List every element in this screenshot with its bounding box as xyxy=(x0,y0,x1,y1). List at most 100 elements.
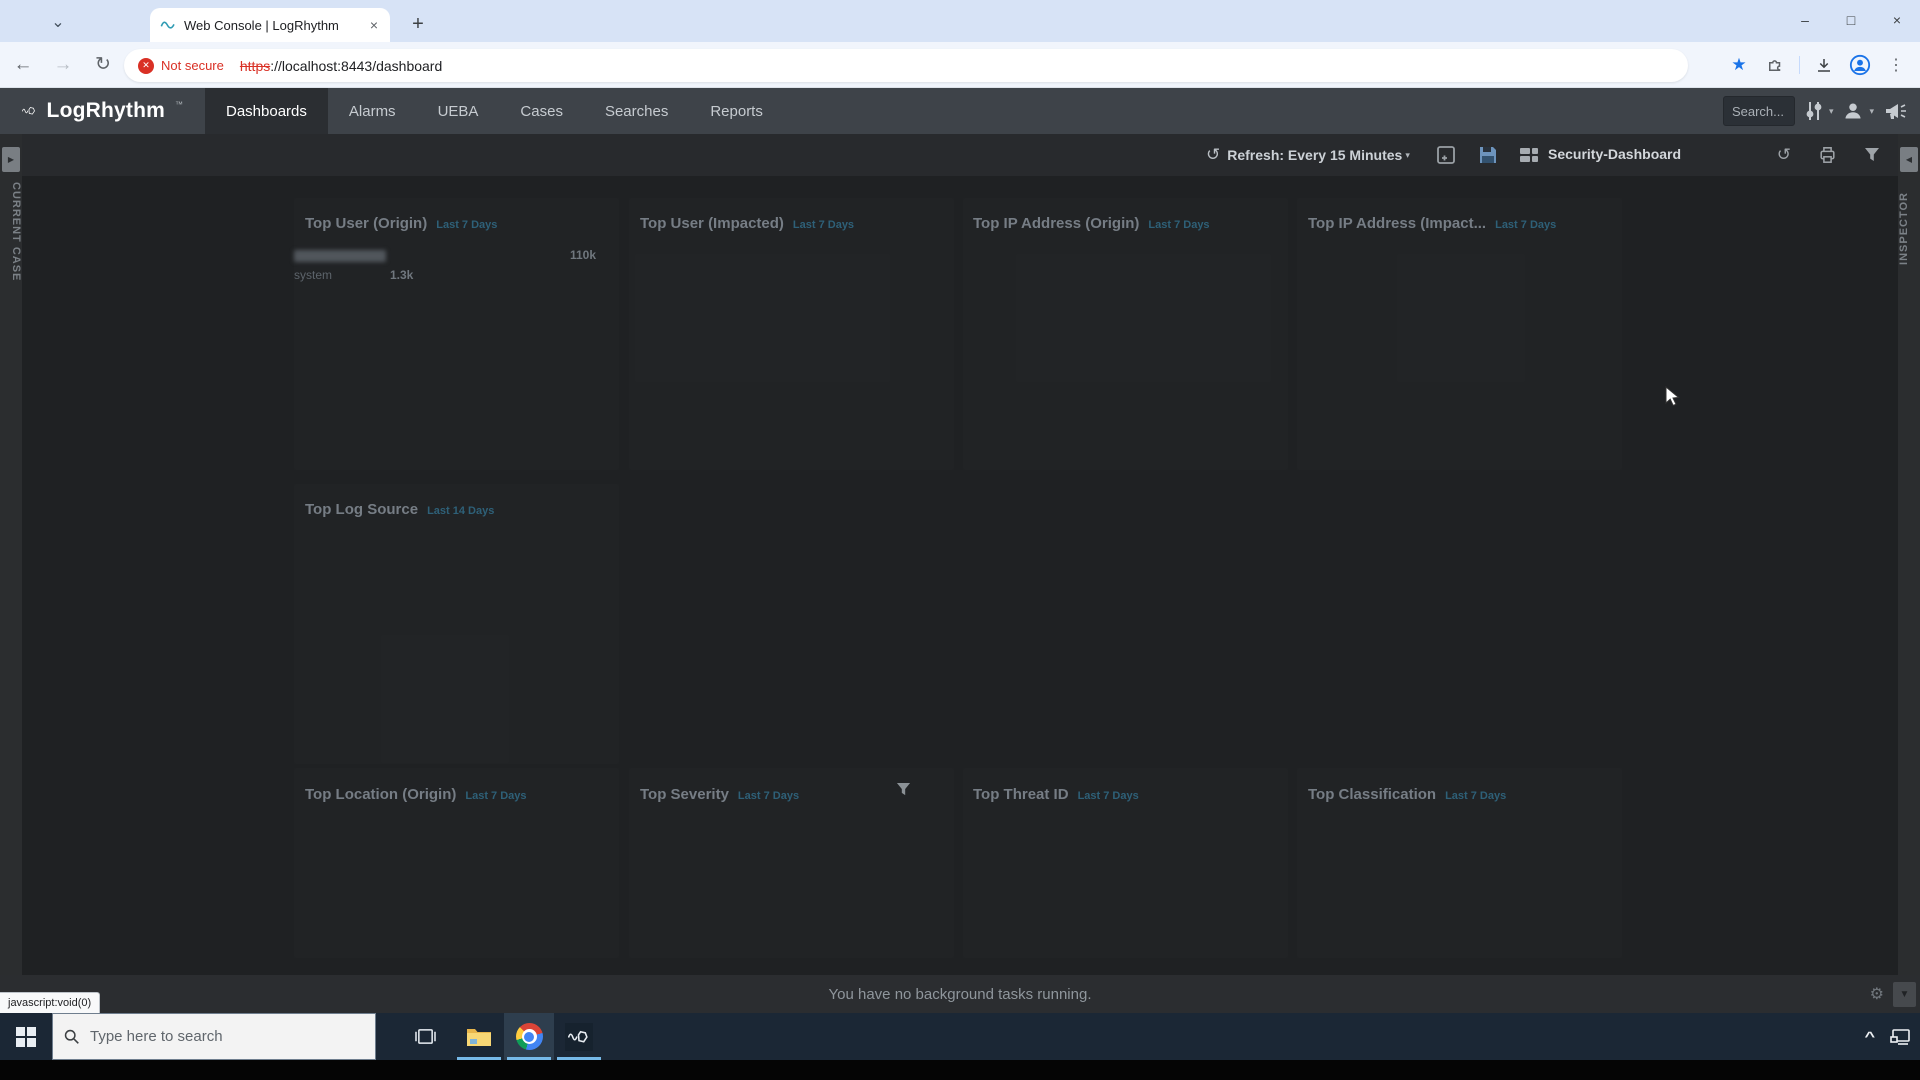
announcements-megaphone-icon[interactable] xyxy=(1884,101,1908,121)
task-view-button[interactable] xyxy=(400,1013,450,1060)
window-restore-button[interactable]: □ xyxy=(1828,0,1874,40)
widget-panel xyxy=(629,198,954,470)
print-icon[interactable] xyxy=(1818,146,1837,164)
widget-panel xyxy=(963,198,1288,470)
top-user-origin-value-1: 110k xyxy=(550,248,596,262)
widget-title-text: Top User (Impacted) xyxy=(640,215,784,232)
screen-bottom-edge xyxy=(0,1060,1920,1080)
widget-title-top-severity: Top SeverityLast 7 Days xyxy=(640,786,799,803)
widget-title-top-user-origin: Top User (Origin)Last 7 Days xyxy=(305,215,497,232)
current-case-expand-button[interactable]: ▶ xyxy=(2,147,20,172)
browser-menu-icon[interactable]: ⋮ xyxy=(1880,49,1912,81)
logrhythm-navbar: LogRhythm ™ Dashboards Alarms UEBA Cases… xyxy=(0,88,1920,134)
dashboard-layout-icon[interactable] xyxy=(1520,148,1538,162)
widget-title-top-ip-impacted: Top IP Address (Impact...Last 7 Days xyxy=(1308,215,1556,232)
taskbar-search[interactable] xyxy=(52,1013,376,1060)
widget-title-top-classification: Top ClassificationLast 7 Days xyxy=(1308,786,1506,803)
nav-item-dashboards[interactable]: Dashboards xyxy=(205,88,328,134)
start-button[interactable] xyxy=(0,1013,52,1060)
widget-title-text: Top Threat ID xyxy=(973,786,1069,803)
window-controls: – □ × xyxy=(1782,0,1920,40)
search-magnifier-icon xyxy=(63,1028,80,1045)
widget-title-text: Top IP Address (Origin) xyxy=(973,215,1139,232)
dashboard-name[interactable]: Security-Dashboard xyxy=(1548,146,1681,162)
user-caret-icon[interactable]: ▾ xyxy=(1869,106,1874,117)
add-widget-icon[interactable] xyxy=(1436,145,1456,165)
tab-title: Web Console | LogRhythm xyxy=(184,18,360,33)
nav-item-alarms[interactable]: Alarms xyxy=(328,88,417,134)
nav-item-cases[interactable]: Cases xyxy=(499,88,584,134)
background-tasks-message: You have no background tasks running. xyxy=(829,986,1092,1003)
reload-button[interactable]: ↻ xyxy=(86,48,120,82)
url-rest: ://localhost:8443/dashboard xyxy=(270,58,442,74)
top-user-origin-label-2[interactable]: system xyxy=(294,268,332,282)
widget-title-text: Top Severity xyxy=(640,786,729,803)
widget-title-top-ip-origin: Top IP Address (Origin) Last 7 Days xyxy=(973,215,1210,232)
inspector-expand-button[interactable]: ◀ xyxy=(1900,147,1918,172)
network-icon[interactable] xyxy=(1890,1028,1912,1046)
toolbar-right-icons: ★ ⋮ xyxy=(1723,42,1912,88)
filter-sliders-icon[interactable] xyxy=(1805,101,1823,121)
logrhythm-app-icon xyxy=(565,1023,593,1051)
url-scheme: https xyxy=(240,58,270,74)
downloads-icon[interactable] xyxy=(1808,49,1840,81)
logrhythm-brand: LogRhythm ™ xyxy=(0,88,205,134)
brand-name: LogRhythm xyxy=(47,99,165,123)
forward-button[interactable]: → xyxy=(46,48,80,82)
window-minimize-button[interactable]: – xyxy=(1782,0,1828,40)
logrhythm-taskbar-button[interactable] xyxy=(554,1013,604,1060)
widget-period: Last 7 Days xyxy=(1078,790,1139,802)
dashboard-filter-icon[interactable] xyxy=(1864,147,1880,163)
toolbar-divider xyxy=(1799,56,1800,74)
extensions-puzzle-icon[interactable] xyxy=(1759,49,1791,81)
chrome-icon xyxy=(516,1023,543,1050)
tab-search-chevron-icon[interactable]: ⌄ xyxy=(44,8,72,36)
undo-icon[interactable]: ↺ xyxy=(1777,145,1791,165)
taskbar-search-input[interactable] xyxy=(90,1028,340,1045)
settings-gear-icon[interactable]: ⚙ xyxy=(1870,984,1884,1004)
widget-period: Last 7 Days xyxy=(1148,219,1209,231)
refresh-dropdown[interactable]: ↺ Refresh: Every 15 Minutes ▾ xyxy=(1206,134,1410,176)
widget-title-top-threat-id: Top Threat ID Last 7 Days xyxy=(973,786,1139,803)
widget-title-text: Top User (Origin) xyxy=(305,215,427,232)
browser-titlebar: ⌄ Web Console | LogRhythm × + – □ × xyxy=(0,0,1920,42)
redacted-username-bar[interactable] xyxy=(294,250,386,262)
widget-title-top-location-origin: Top Location (Origin)Last 7 Days xyxy=(305,786,527,803)
nav-item-searches[interactable]: Searches xyxy=(584,88,689,134)
chrome-taskbar-button[interactable] xyxy=(504,1013,554,1060)
widget-period: Last 7 Days xyxy=(793,219,854,231)
address-bar[interactable]: ✕ Not secure https://localhost:8443/dash… xyxy=(124,49,1688,82)
dashboard-main: Top User (Origin)Last 7 Days Top User (I… xyxy=(22,176,1898,975)
not-secure-icon: ✕ xyxy=(138,58,154,74)
statusbar-filter-button[interactable]: ▼ xyxy=(1893,982,1916,1007)
current-case-label: CURRENT CASE xyxy=(0,182,22,281)
current-case-rail: ▶ CURRENT CASE xyxy=(0,134,22,975)
filter-caret-icon[interactable]: ▾ xyxy=(1829,106,1834,117)
save-dashboard-icon[interactable] xyxy=(1478,145,1498,165)
dashboard-header: ↺ Refresh: Every 15 Minutes ▾ Security-D… xyxy=(22,134,1898,176)
window-close-button[interactable]: × xyxy=(1874,0,1920,40)
profile-avatar-icon[interactable] xyxy=(1844,49,1876,81)
windows-taskbar: ^ xyxy=(0,1013,1920,1060)
widget-title-text: Top IP Address (Impact... xyxy=(1308,215,1486,232)
nav-item-reports[interactable]: Reports xyxy=(689,88,784,134)
bookmark-star-icon[interactable]: ★ xyxy=(1723,49,1755,81)
file-explorer-button[interactable] xyxy=(454,1013,504,1060)
widget-period: Last 7 Days xyxy=(1445,790,1506,802)
user-profile-icon[interactable] xyxy=(1843,101,1863,121)
new-tab-button[interactable]: + xyxy=(404,10,432,38)
widget-title-top-log-source: Top Log SourceLast 14 Days xyxy=(305,501,494,518)
link-preview-tooltip: javascript:void(0) xyxy=(0,992,100,1013)
statusbar-right-tools: ⚙ ▼ xyxy=(1870,975,1916,1013)
folder-icon xyxy=(466,1026,492,1047)
severity-filter-funnel-icon[interactable] xyxy=(896,782,911,797)
global-search-input[interactable] xyxy=(1723,96,1795,126)
windows-logo-icon xyxy=(16,1027,36,1047)
show-hidden-icons-button[interactable]: ^ xyxy=(1865,1029,1876,1044)
browser-tab[interactable]: Web Console | LogRhythm × xyxy=(150,8,390,42)
back-button[interactable]: ← xyxy=(6,48,40,82)
nav-item-ueba[interactable]: UEBA xyxy=(417,88,500,134)
url-text: https://localhost:8443/dashboard xyxy=(240,58,442,74)
tab-close-icon[interactable]: × xyxy=(368,17,380,33)
mouse-cursor xyxy=(1665,386,1684,408)
